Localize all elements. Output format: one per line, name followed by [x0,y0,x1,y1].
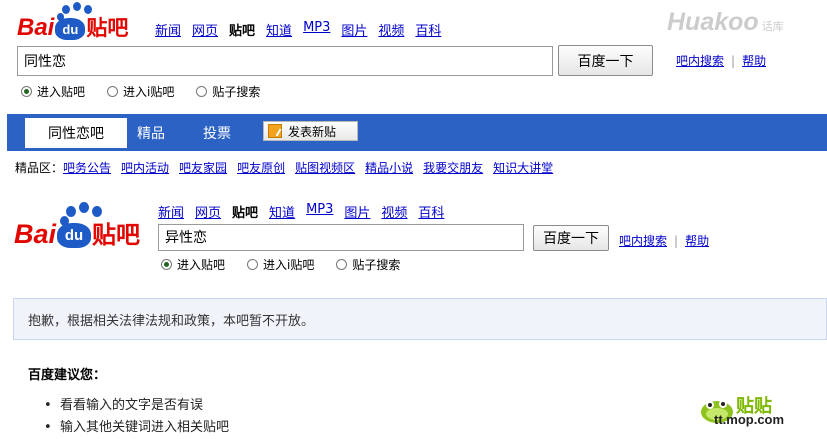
nav-item-4[interactable]: MP3 [306,202,333,221]
closed-notice: 抱歉，根据相关法律法规和政策，本吧暂不开放。 [13,298,827,340]
jingpin-link[interactable]: 吧内活动 [121,159,169,176]
second-nav: 新闻 网页 贴吧 知道 MP3 图片 视频 百科 [158,202,455,221]
nav-item-6[interactable]: 视频 [381,202,407,221]
paw-toe [62,5,70,14]
radio-circle-icon[interactable] [196,86,208,97]
nav-item-5[interactable]: 图片 [341,20,367,39]
nav-item-7[interactable]: 百科 [418,202,444,221]
tab-vote[interactable]: 投票 [203,120,231,146]
jingpin-link[interactable]: 吧友原创 [237,159,285,176]
nav-item-0[interactable]: 新闻 [158,202,184,221]
search-input-2[interactable] [158,224,524,251]
separator: | [674,233,679,248]
new-post-label: 发表新贴 [288,124,337,139]
paw-toe [84,5,92,14]
logo-bai: Bai [14,219,57,249]
logo-bai: Bai [17,14,55,41]
tab-jingpin[interactable]: 精品 [137,120,165,146]
paw-toe [79,202,89,213]
search-input[interactable] [17,46,553,76]
radio-label: 贴子搜索 [352,258,401,272]
suggest-title: 百度建议您： [28,368,107,383]
radio-circle-icon[interactable] [247,259,259,270]
logo-du: du [55,18,86,40]
nav-item-5[interactable]: 图片 [344,202,370,221]
jingpin-link[interactable]: 精品小说 [365,159,413,176]
radio-option-1[interactable]: 进入i贴吧 [247,256,314,273]
second-links: 吧内搜索 | 帮助 [619,232,709,249]
baidu-tieba-logo[interactable]: Bai du 贴吧 [17,2,129,42]
search-button[interactable]: 百度一下 [558,45,653,76]
jingpin-prefix: 精品区： [15,161,64,175]
nav-item-1[interactable]: 网页 [192,20,218,39]
radio-circle-icon[interactable] [161,259,172,270]
new-post-button[interactable]: 发表新贴 [263,121,358,141]
tab-current-forum[interactable]: 同性恋吧 [25,118,127,148]
separator: | [731,53,736,68]
second-radio-group: 进入贴吧 进入i贴吧 贴子搜索 [161,256,422,273]
jingpin-link[interactable]: 知识大讲堂 [493,159,553,176]
radio-option-1[interactable]: 进入i贴吧 [107,83,174,100]
baidu-tieba-logo-2[interactable]: Bai du 贴吧 [14,202,141,250]
radio-option-0[interactable]: 进入贴吧 [161,256,225,273]
nav-item-6[interactable]: 视频 [378,20,404,39]
radio-label: 进入贴吧 [37,85,86,99]
inner-search-link-2[interactable]: 吧内搜索 [619,232,667,249]
paw-toe [73,2,81,11]
mop-domain: tt.mop.com [714,412,785,427]
jingpin-links: 精品区： 吧务公告 吧内活动 吧友家园 吧友原创 贴图视频区 精品小说 我要交朋友 知识大讲堂 [15,159,563,176]
logo-du: du [57,223,92,248]
top-radio-group: 进入贴吧 进入i贴吧 贴子搜索 [21,83,282,100]
radio-circle-icon[interactable] [107,86,119,97]
help-link-2[interactable]: 帮助 [685,232,709,249]
suggest-item: • 输入其他关键词进入相关贴吧 [44,420,229,435]
jingpin-link[interactable]: 吧友家园 [179,159,227,176]
radio-label: 进入i贴吧 [123,85,175,99]
jingpin-link[interactable]: 我要交朋友 [423,159,483,176]
search-button-2[interactable]: 百度一下 [533,225,609,251]
pencil-icon [268,124,282,138]
nav-item-2[interactable]: 贴吧 [229,20,255,39]
radio-option-2[interactable]: 贴子搜索 [336,256,400,273]
radio-label: 贴子搜索 [212,85,261,99]
nav-item-3[interactable]: 知道 [269,202,295,221]
logo-tieba: 贴吧 [92,221,141,249]
forum-tab-bar: 同性恋吧 精品 投票 发表新贴 [7,114,827,151]
radio-circle-icon[interactable] [21,86,32,97]
nav-item-0[interactable]: 新闻 [155,20,181,39]
radio-option-0[interactable]: 进入贴吧 [21,83,85,100]
huakoo-watermark: Huakoo 话库 [667,8,784,36]
radio-label: 进入贴吧 [177,258,226,272]
mop-watermark: 贴贴 tt.mop.com [700,392,820,439]
radio-label: 进入i贴吧 [263,258,315,272]
nav-item-1[interactable]: 网页 [195,202,221,221]
suggest-item: • 看看输入的文字是否有误 [44,398,203,413]
nav-item-4[interactable]: MP3 [303,20,330,39]
nav-item-2[interactable]: 贴吧 [232,202,258,221]
inner-search-link[interactable]: 吧内搜索 [676,52,724,69]
top-nav: 新闻 网页 贴吧 知道 MP3 图片 视频 百科 [155,20,452,39]
logo-tieba: 贴吧 [86,16,129,40]
radio-option-2[interactable]: 贴子搜索 [196,83,260,100]
nav-item-3[interactable]: 知道 [266,20,292,39]
jingpin-link[interactable]: 吧务公告 [63,159,111,176]
radio-circle-icon[interactable] [336,259,348,270]
help-link[interactable]: 帮助 [742,52,766,69]
paw-toe [66,206,76,217]
nav-item-7[interactable]: 百科 [415,20,441,39]
top-links: 吧内搜索 | 帮助 [676,52,766,69]
jingpin-link[interactable]: 贴图视频区 [295,159,355,176]
paw-toe [92,206,102,217]
